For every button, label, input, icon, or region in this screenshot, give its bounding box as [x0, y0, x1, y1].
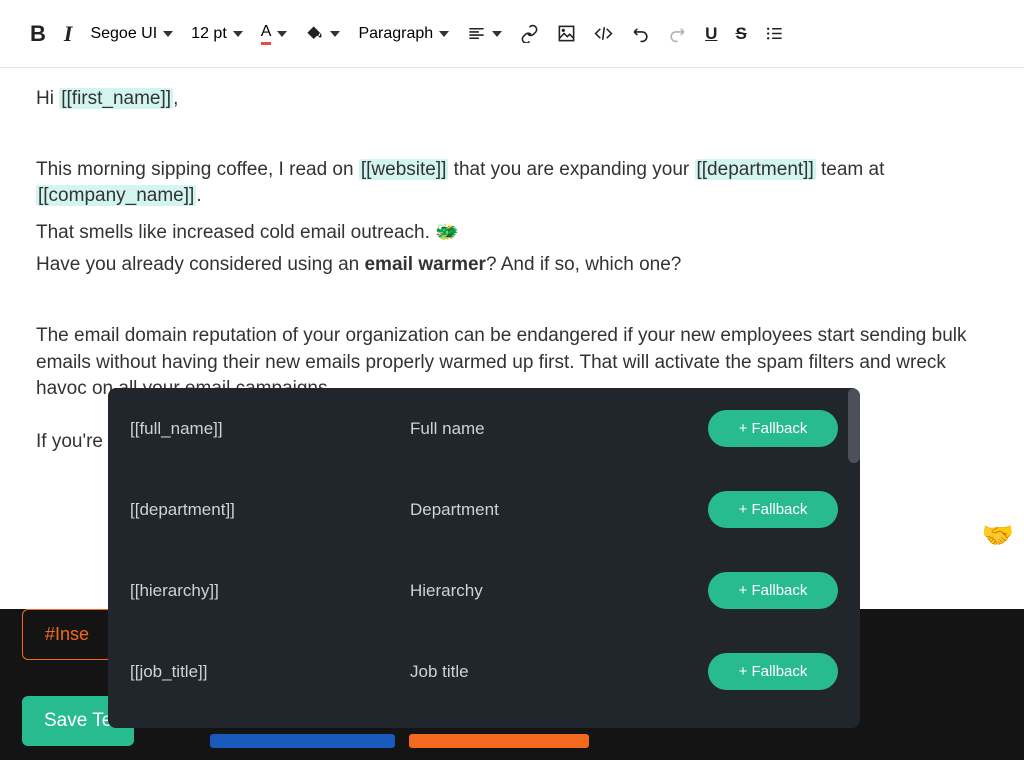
- var-department[interactable]: [[department]]: [695, 159, 816, 180]
- greeting-line: Hi [[first_name]],: [36, 86, 988, 113]
- popup-label: Department: [410, 500, 708, 520]
- font-family-select[interactable]: Segoe UI: [90, 25, 173, 43]
- fallback-button[interactable]: + Fallback: [708, 572, 838, 609]
- color-bars: [210, 734, 589, 748]
- popup-row[interactable]: [[department]]Department+ Fallback: [108, 469, 860, 550]
- code-button[interactable]: [594, 24, 613, 43]
- text: .: [196, 185, 201, 206]
- popup-label: Job title: [410, 662, 708, 682]
- paragraph-style-select[interactable]: Paragraph: [358, 25, 449, 43]
- toolbar: B I Segoe UI 12 pt A Paragraph: [0, 0, 1024, 68]
- strike-button[interactable]: S: [735, 24, 746, 44]
- popup-token: [[hierarchy]]: [130, 581, 410, 601]
- chevron-down-icon: [492, 31, 502, 37]
- text: Have you already considered using an: [36, 254, 364, 275]
- var-company[interactable]: [[company_name]]: [36, 185, 196, 206]
- chevron-down-icon: [277, 31, 287, 37]
- orange-bar: [409, 734, 589, 748]
- underline-button[interactable]: U: [705, 24, 717, 44]
- popup-row[interactable]: [[job_title]]Job title+ Fallback: [108, 631, 860, 712]
- popup-row[interactable]: [[full_name]]Full name+ Fallback: [108, 388, 860, 469]
- paragraph-style-label: Paragraph: [358, 25, 433, 43]
- variable-popup: [[full_name]]Full name+ Fallback[[depart…: [108, 388, 860, 728]
- paint-bucket-icon: [305, 24, 324, 43]
- undo-icon: [631, 24, 650, 43]
- popup-label: Hierarchy: [410, 581, 708, 601]
- text: ? And if so, which one?: [486, 254, 681, 275]
- popup-row[interactable]: [[hierarchy]]Hierarchy+ Fallback: [108, 550, 860, 631]
- text: ,: [173, 88, 178, 109]
- popup-token: [[department]]: [130, 500, 410, 520]
- var-first-name[interactable]: [[first_name]]: [59, 88, 173, 109]
- alignment-select[interactable]: [467, 24, 502, 43]
- redo-button[interactable]: [668, 24, 687, 43]
- popup-token: [[job_title]]: [130, 662, 410, 682]
- chevron-down-icon: [439, 31, 449, 37]
- image-button[interactable]: [557, 24, 576, 43]
- chevron-down-icon: [330, 31, 340, 37]
- fallback-button[interactable]: + Fallback: [708, 410, 838, 447]
- link-button[interactable]: [520, 24, 539, 43]
- chevron-down-icon: [233, 31, 243, 37]
- italic-button[interactable]: I: [64, 21, 73, 47]
- list-icon: [765, 24, 784, 43]
- undo-button[interactable]: [631, 24, 650, 43]
- text: that you are expanding your: [448, 159, 694, 180]
- code-icon: [594, 24, 613, 43]
- popup-label: Full name: [410, 419, 708, 439]
- chevron-down-icon: [163, 31, 173, 37]
- bold-text: email warmer: [364, 254, 485, 275]
- link-icon: [520, 24, 539, 43]
- text: Hi: [36, 88, 59, 109]
- font-color-select[interactable]: A: [261, 23, 288, 45]
- insert-variable-button[interactable]: #Inse: [22, 609, 112, 660]
- image-icon: [557, 24, 576, 43]
- paragraph-expanding: This morning sipping coffee, I read on […: [36, 157, 988, 210]
- var-website[interactable]: [[website]]: [359, 159, 449, 180]
- popup-token: [[full_name]]: [130, 419, 410, 439]
- highlight-color-select[interactable]: [305, 24, 340, 43]
- list-button[interactable]: [765, 24, 784, 43]
- text: This morning sipping coffee, I read on: [36, 159, 359, 180]
- scrollbar[interactable]: [848, 388, 860, 463]
- align-left-icon: [467, 24, 486, 43]
- font-size-select[interactable]: 12 pt: [191, 25, 243, 43]
- font-color-letter: A: [261, 23, 272, 45]
- bold-button[interactable]: B: [30, 21, 46, 47]
- fallback-button[interactable]: + Fallback: [708, 491, 838, 528]
- blue-bar: [210, 734, 395, 748]
- paragraph-smells: That smells like increased cold email ou…: [36, 220, 988, 247]
- redo-icon: [668, 24, 687, 43]
- paragraph-warmer: Have you already considered using an ema…: [36, 252, 988, 279]
- handshake-emoji[interactable]: 🤝: [982, 520, 1014, 551]
- text: team at: [816, 159, 885, 180]
- fallback-button[interactable]: + Fallback: [708, 653, 838, 690]
- font-family-label: Segoe UI: [90, 25, 157, 43]
- popup-row[interactable]: [[contact_location]]Contact location+ Fa…: [108, 712, 860, 728]
- font-size-label: 12 pt: [191, 25, 227, 43]
